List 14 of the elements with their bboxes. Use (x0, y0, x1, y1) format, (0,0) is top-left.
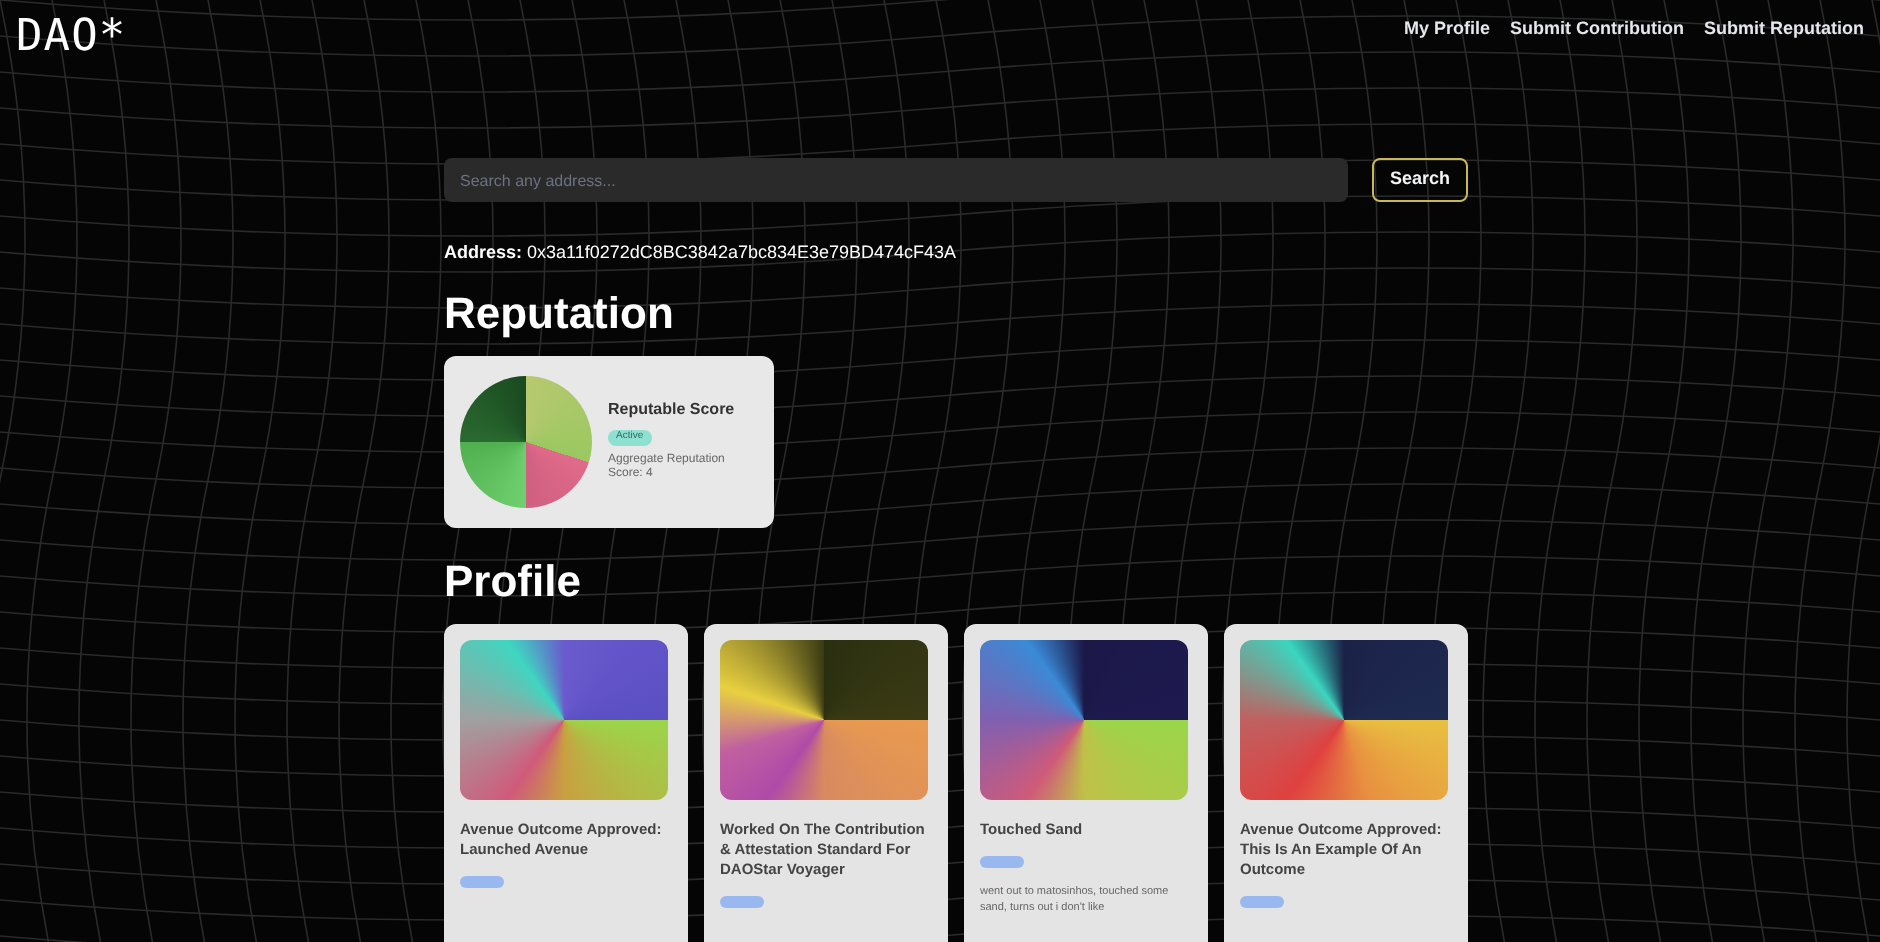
search-field[interactable]: Search any address... (444, 158, 1348, 202)
nav-link[interactable]: Submit Contribution (1510, 16, 1684, 43)
nav-link[interactable]: Submit Reputation (1704, 16, 1864, 43)
search-button[interactable]: Search (1371, 158, 1468, 202)
badge-icon (720, 895, 764, 907)
nav-link[interactable]: My Profile (1404, 16, 1491, 43)
reputation-heading: Reputation (444, 291, 676, 335)
badge-icon (980, 855, 1024, 867)
profile-heading: Profile (444, 559, 583, 603)
card-title: Reputable Score (608, 398, 737, 423)
badge-icon (460, 875, 504, 887)
address-text: Address: 0x3a11f0272dC8BC3842a7bc834E3e79BD474cF43A (444, 240, 959, 266)
logo[interactable]: DAO* (16, 4, 127, 70)
badge-icon (1240, 895, 1284, 907)
